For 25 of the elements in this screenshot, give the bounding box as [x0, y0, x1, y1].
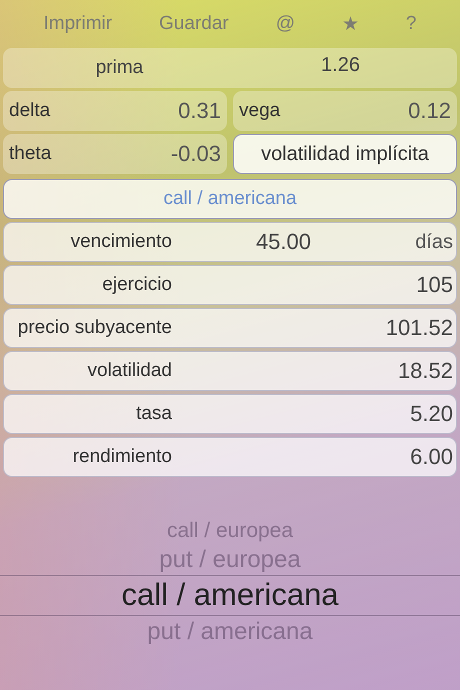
toolbar-button[interactable]: Imprimir — [37, 9, 118, 39]
picker-item[interactable]: call / americana — [0, 575, 460, 616]
greek-label: vega — [239, 100, 280, 122]
input-field[interactable]: ejercicio 105 — [3, 265, 457, 305]
input-field[interactable]: rendimiento 6.00 — [3, 437, 457, 477]
toolbar-button[interactable]: Guardar — [153, 9, 235, 39]
toolbar-button[interactable]: ★ — [336, 8, 365, 40]
picker-item[interactable]: put / europea — [0, 544, 460, 576]
greek-label: delta — [9, 100, 50, 122]
greek-label: theta — [9, 143, 52, 165]
option-type-button[interactable]: call / americana — [3, 179, 457, 219]
toolbar-button[interactable]: ? — [400, 9, 422, 39]
greek-value: 0.31 — [178, 98, 221, 124]
picker-item[interactable]: put / americana — [0, 616, 460, 648]
input-field[interactable]: volatilidad 18.52 — [3, 351, 457, 391]
input-field[interactable]: vencimiento 45.00 días — [3, 222, 457, 262]
input-field[interactable]: tasa 5.20 — [3, 394, 457, 434]
picker-item[interactable]: call / europea — [0, 517, 460, 544]
toolbar-button[interactable]: @ — [270, 9, 301, 39]
premium-value: 1.26 — [320, 54, 361, 76]
implied-volatility-button[interactable]: volatilidad implícita — [233, 134, 457, 174]
input-field[interactable]: precio subyacente 101.52 — [3, 308, 457, 348]
greek-value: -0.03 — [170, 141, 221, 167]
greek-value: 0.12 — [408, 98, 451, 124]
premium-label: prima — [94, 57, 144, 79]
